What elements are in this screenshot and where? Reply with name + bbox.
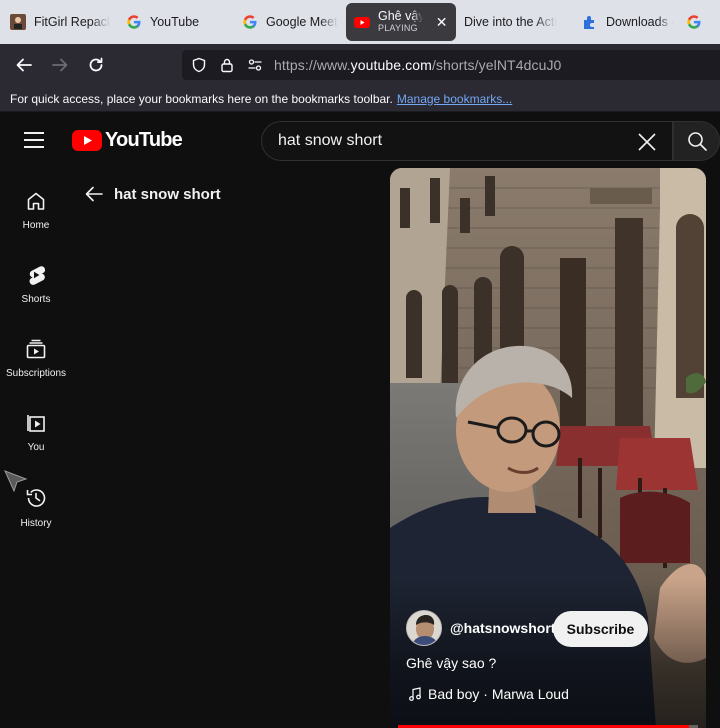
reload-button[interactable]: [78, 49, 114, 81]
puzzle-favicon-icon: [582, 14, 598, 30]
short-channel-info: @hatsnowshort: [406, 610, 555, 646]
tab-title: Ghê vậy sao: [378, 10, 424, 23]
subscriptions-icon: [26, 339, 46, 359]
address-bar[interactable]: https://www.youtube.com/shorts/yelNT4dcu…: [182, 50, 720, 80]
guide-item-label: Subscriptions: [5, 368, 67, 379]
guide-item-home[interactable]: Home: [0, 168, 72, 242]
tab-title: Google Meet: [266, 15, 338, 29]
back-arrow-icon: [16, 58, 32, 72]
guide-item-label: You: [27, 442, 45, 453]
guide-item-label: Home: [22, 220, 50, 231]
guide-item-label: History: [20, 518, 52, 529]
search-query: hat snow short: [278, 132, 383, 149]
url-domain: youtube.com: [350, 57, 432, 73]
tab-ghe-vay-sao-active[interactable]: Ghê vậy sao PLAYING ✕: [346, 3, 456, 41]
youtube-play-logo-icon: [72, 130, 102, 151]
tab-google[interactable]: [682, 4, 712, 40]
subscribe-button[interactable]: Subscribe: [553, 611, 648, 647]
screen: FitGirl Repack YouTube Google Meet Ghê v…: [0, 0, 720, 728]
bookmarks-toolbar: For quick access, place your bookmarks h…: [0, 86, 720, 112]
lock-icon[interactable]: [218, 56, 236, 74]
tab-fitgirl[interactable]: FitGirl Repack: [2, 4, 118, 40]
shorts-back-header: hat snow short: [84, 184, 221, 204]
forward-arrow-icon: [52, 58, 68, 72]
music-title: Bad boy · Marwa Loud: [428, 686, 569, 702]
tab-downloads[interactable]: Downloads -: [574, 4, 682, 40]
url-prefix: https://www.: [274, 57, 351, 73]
youtube-favicon-icon: [354, 14, 370, 30]
reload-icon: [89, 57, 103, 72]
search-icon: [687, 132, 707, 151]
channel-handle[interactable]: @hatsnowshort: [450, 620, 555, 636]
tab-title: FitGirl Repack: [34, 15, 110, 29]
forward-button[interactable]: [42, 49, 78, 81]
guide-rail: Home Shorts Subscriptions You History: [0, 168, 72, 728]
shorts-icon: [29, 266, 46, 285]
shorts-video-player[interactable]: @hatsnowshort Subscribe Ghê vậy sao ? Ba…: [390, 168, 706, 728]
menu-icon-bar: [24, 146, 44, 148]
browser-nav-toolbar: https://www.youtube.com/shorts/yelNT4dcu…: [0, 44, 720, 86]
google-favicon-icon: [686, 14, 702, 30]
shorts-query-title: hat snow short: [114, 185, 221, 203]
youtube-logo[interactable]: YouTube: [72, 129, 183, 152]
fitgirl-favicon-icon: [10, 14, 26, 30]
tab-google-meet[interactable]: Google Meet: [234, 4, 346, 40]
guide-menu-button[interactable]: [24, 132, 44, 148]
url-path: /shorts/yelNT4dcuJ0: [431, 57, 562, 73]
google-favicon-icon: [126, 14, 142, 30]
music-note-icon: [409, 687, 421, 701]
video-bottom-gradient: [390, 578, 706, 728]
channel-avatar[interactable]: [406, 610, 442, 646]
search-button[interactable]: [673, 121, 720, 161]
tab-playing-label: PLAYING: [378, 23, 418, 33]
you-icon: [27, 415, 45, 432]
bookmarks-message: For quick access, place your bookmarks h…: [10, 91, 393, 106]
search-input[interactable]: hat snow short: [261, 121, 673, 161]
menu-icon-bar: [24, 139, 44, 141]
tab-title: YouTube: [150, 15, 200, 29]
home-icon: [27, 192, 45, 210]
guide-item-subscriptions[interactable]: Subscriptions: [0, 316, 72, 390]
short-music-link[interactable]: Bad boy · Marwa Loud: [408, 686, 569, 702]
youtube-wordmark: YouTube: [105, 129, 183, 151]
guide-item-label: Shorts: [21, 294, 51, 305]
menu-icon-bar: [24, 132, 44, 134]
close-icon[interactable]: ✕: [435, 14, 448, 31]
guide-item-shorts[interactable]: Shorts: [0, 242, 72, 316]
guide-item-you[interactable]: You: [0, 390, 72, 464]
tab-title: Downloads -: [606, 15, 674, 29]
tab-dive-into[interactable]: Dive into the Acti: [456, 4, 574, 40]
url-text: https://www.youtube.com/shorts/yelNT4dcu…: [274, 57, 561, 73]
tab-title: Dive into the Acti: [464, 15, 558, 29]
tracking-protection-shield-icon[interactable]: [190, 56, 208, 74]
permissions-icon[interactable]: [246, 56, 264, 74]
short-caption[interactable]: Ghê vậy sao ?: [406, 655, 496, 671]
tab-title-group: Ghê vậy sao PLAYING: [378, 10, 423, 34]
youtube-masthead: YouTube hat snow short: [0, 112, 720, 168]
back-button[interactable]: [6, 49, 42, 81]
clear-search-icon[interactable]: [636, 131, 658, 153]
browser-tab-strip: FitGirl Repack YouTube Google Meet Ghê v…: [0, 0, 720, 44]
manage-bookmarks-link[interactable]: Manage bookmarks...: [397, 92, 512, 106]
google-favicon-icon: [242, 14, 258, 30]
tab-youtube[interactable]: YouTube: [118, 4, 234, 40]
mouse-pointer-icon: [4, 470, 28, 493]
back-arrow-icon[interactable]: [84, 184, 104, 204]
